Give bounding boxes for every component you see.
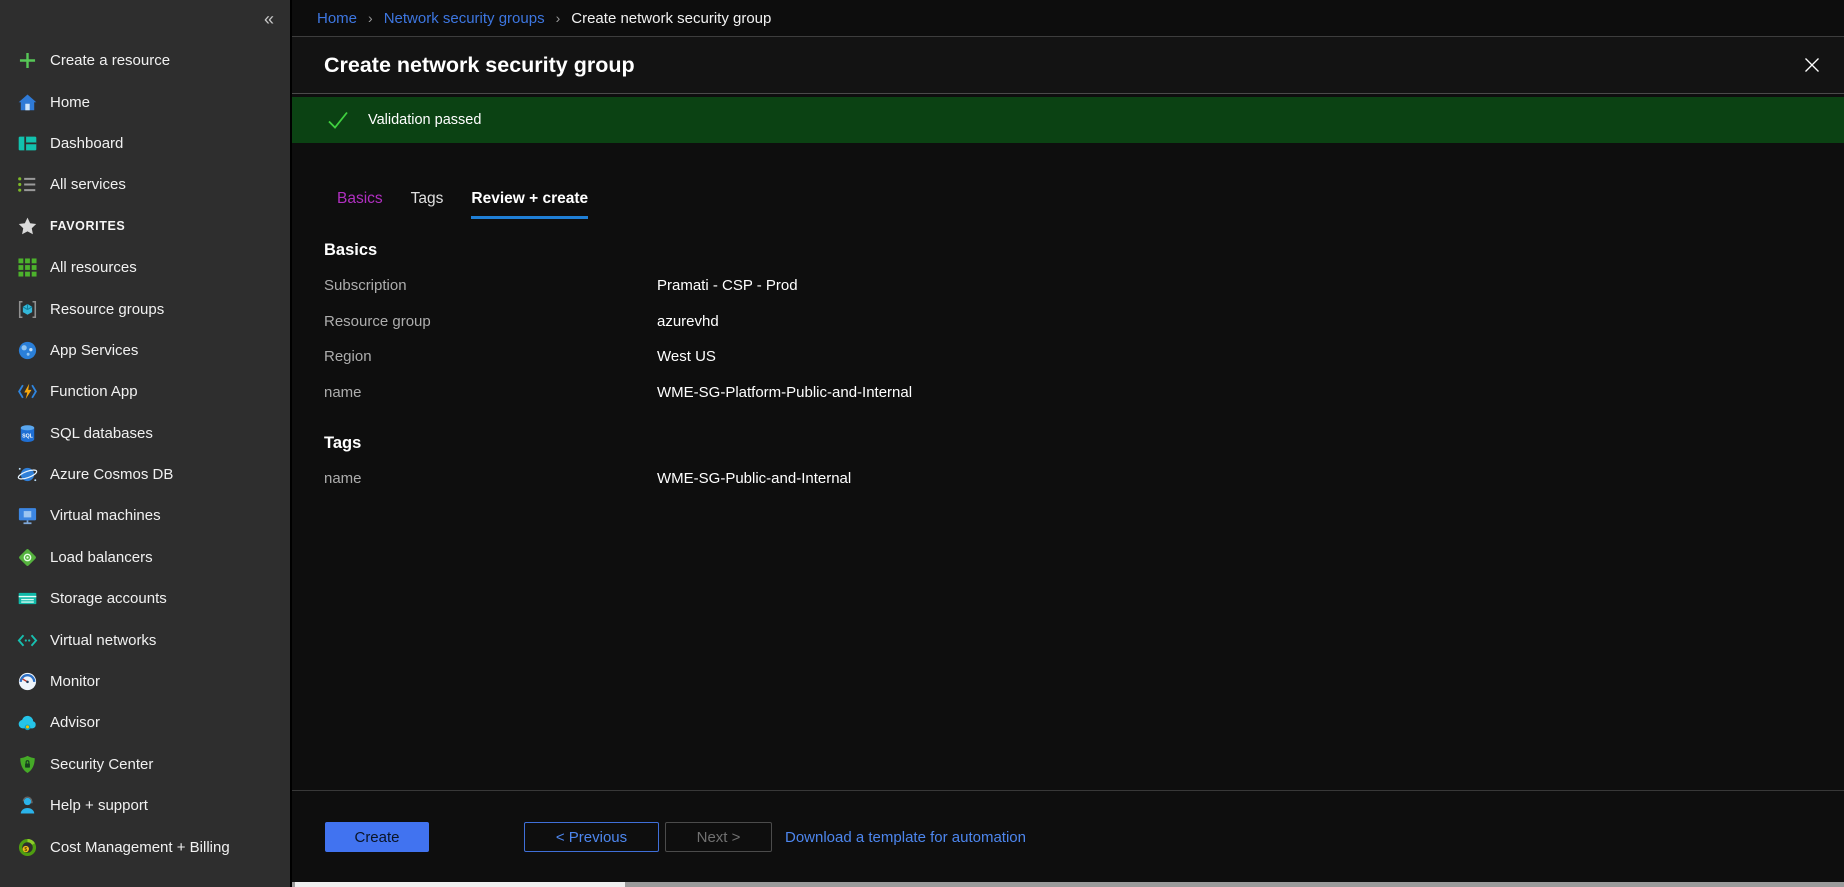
sidebar-item-create-a-resource[interactable]: Create a resource [0,40,290,81]
azure-portal-window: « Create a resource Home Dashboard [0,0,1844,887]
blade-header: Create network security group [292,37,1844,94]
horizontal-scrollbar-thumb[interactable] [295,882,625,887]
sidebar-item-monitor[interactable]: Monitor [0,661,290,702]
basics-section-heading: Basics [324,241,1844,263]
sidebar-item-dashboard[interactable]: Dashboard [0,123,290,164]
breadcrumb-separator-icon: › [556,10,561,26]
row-value: azurevhd [657,313,719,330]
row-label: Subscription [324,277,657,294]
download-template-link[interactable]: Download a template for automation [785,829,1026,846]
row-value: WME-SG-Platform-Public-and-Internal [657,384,912,401]
help-support-icon [17,795,38,816]
row-label: Region [324,348,657,365]
monitor-icon [17,671,38,692]
load-balancers-icon [17,547,38,568]
svg-text:$: $ [24,846,27,852]
tab-basics[interactable]: Basics [337,190,383,219]
row-label: name [324,470,657,487]
row-value: West US [657,348,716,365]
tab-bar: Basics Tags Review + create [292,143,1844,219]
row-label: Resource group [324,313,657,330]
breadcrumb: Home › Network security groups › Create … [292,0,1844,37]
row-label: name [324,384,657,401]
basics-rows: Subscription Pramati - CSP - Prod Resour… [324,268,1844,410]
tab-review-create[interactable]: Review + create [471,190,588,219]
sidebar-item-all-services[interactable]: All services [0,164,290,205]
tags-section-heading: Tags [324,434,1844,456]
sidebar-item-load-balancers[interactable]: Load balancers [0,537,290,578]
storage-accounts-icon [17,588,38,609]
sidebar-item-app-services[interactable]: App Services [0,330,290,371]
page-title: Create network security group [324,53,1798,78]
review-row-subscription: Subscription Pramati - CSP - Prod [324,268,1844,304]
next-button: Next > [665,822,772,852]
function-app-icon [17,381,38,402]
sidebar-collapse-button[interactable]: « [258,6,280,32]
all-resources-grid-icon [17,257,38,278]
sidebar-nav: Create a resource Home Dashboard All ser… [0,40,290,868]
sidebar: « Create a resource Home Dashboard [0,0,290,887]
sidebar-item-cost-management-billing[interactable]: $ Cost Management + Billing [0,826,290,867]
checkmark-icon [325,107,351,133]
review-row-resource-group: Resource group azurevhd [324,304,1844,340]
sidebar-favorites-header: FAVORITES [0,206,290,247]
security-center-icon [17,754,38,775]
sidebar-item-azure-cosmos-db[interactable]: Azure Cosmos DB [0,454,290,495]
virtual-networks-icon [17,630,38,651]
create-button[interactable]: Create [325,822,429,852]
sidebar-item-virtual-machines[interactable]: Virtual machines [0,495,290,536]
tab-tags[interactable]: Tags [411,190,444,219]
breadcrumb-current-page: Create network security group [571,10,771,27]
advisor-icon [17,712,38,733]
sidebar-item-all-resources[interactable]: All resources [0,247,290,288]
sql-databases-icon: SQL [17,423,38,444]
app-services-icon [17,340,38,361]
horizontal-scrollbar[interactable] [292,882,1844,887]
sidebar-item-resource-groups[interactable]: Resource groups [0,288,290,329]
plus-icon [17,50,38,71]
sidebar-item-virtual-networks[interactable]: Virtual networks [0,619,290,660]
sidebar-item-storage-accounts[interactable]: Storage accounts [0,578,290,619]
previous-button[interactable]: < Previous [524,822,659,852]
validation-message: Validation passed [368,112,481,128]
star-icon [17,216,38,237]
close-icon[interactable] [1798,51,1826,79]
breadcrumb-separator-icon: › [368,10,373,26]
virtual-machines-icon [17,505,38,526]
review-row-region: Region West US [324,339,1844,375]
sidebar-item-home[interactable]: Home [0,81,290,122]
sidebar-item-security-center[interactable]: Security Center [0,744,290,785]
wizard-footer: Create < Previous Next > Download a temp… [292,790,1844,887]
sidebar-item-help-support[interactable]: Help + support [0,785,290,826]
validation-banner: Validation passed [292,97,1844,143]
tags-rows: name WME-SG-Public-and-Internal [324,461,1844,497]
review-row-tag-name: name WME-SG-Public-and-Internal [324,461,1844,497]
cosmos-db-icon [17,464,38,485]
home-icon [17,92,38,113]
row-value: WME-SG-Public-and-Internal [657,470,851,487]
review-row-name: name WME-SG-Platform-Public-and-Internal [324,375,1844,411]
dashboard-icon [17,133,38,154]
all-services-icon [17,174,38,195]
review-summary: Basics Subscription Pramati - CSP - Prod… [292,241,1844,497]
row-value: Pramati - CSP - Prod [657,277,798,294]
svg-text:SQL: SQL [22,433,34,439]
breadcrumb-home-link[interactable]: Home [317,10,357,27]
resource-groups-icon [17,299,38,320]
sidebar-item-advisor[interactable]: Advisor [0,702,290,743]
main-content: Home › Network security groups › Create … [290,0,1844,887]
cost-management-icon: $ [17,837,38,858]
sidebar-item-sql-databases[interactable]: SQL SQL databases [0,413,290,454]
sidebar-item-function-app[interactable]: Function App [0,371,290,412]
breadcrumb-network-security-groups-link[interactable]: Network security groups [384,10,545,27]
